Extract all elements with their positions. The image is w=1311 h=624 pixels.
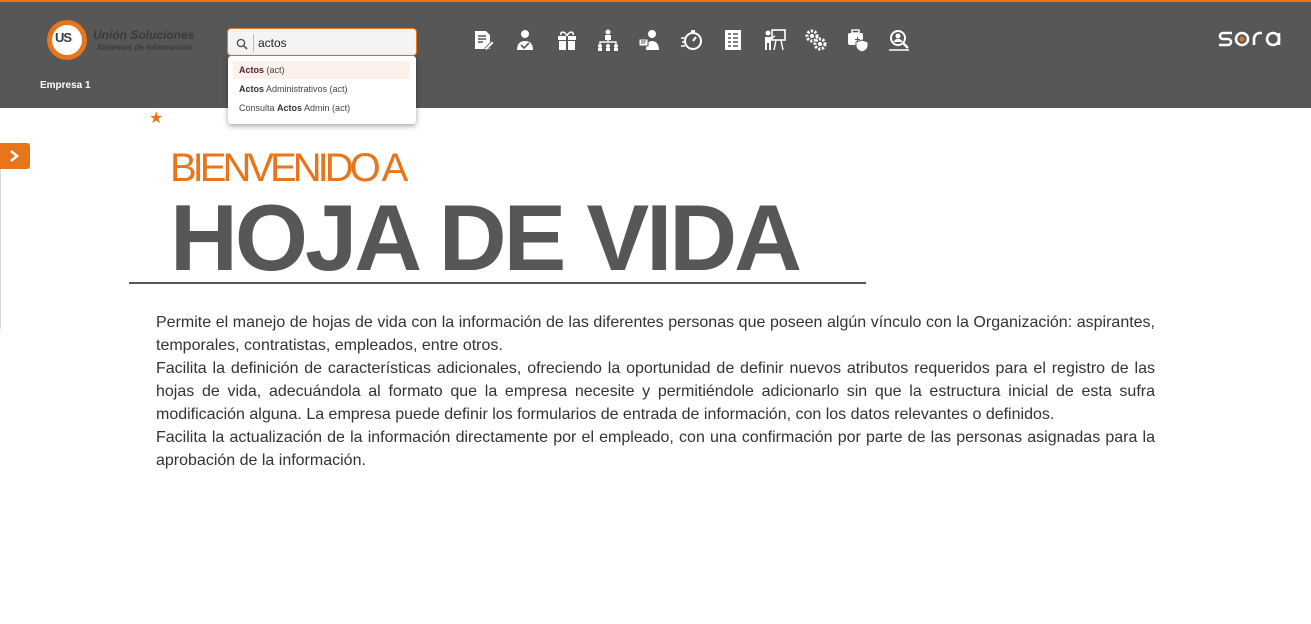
- chevron-right-icon: [10, 150, 20, 162]
- favorite-star-icon[interactable]: ★: [149, 108, 163, 127]
- gears-icon[interactable]: [804, 28, 828, 52]
- logo-subtitle: Sistemas de Información: [97, 43, 192, 52]
- search-result-actos[interactable]: Actos (act): [233, 61, 410, 79]
- description-paragraph: Facilita la definición de característica…: [156, 360, 1155, 423]
- user-card-icon[interactable]: [638, 28, 662, 52]
- stopwatch-icon[interactable]: [680, 28, 704, 52]
- person-search-icon[interactable]: [887, 28, 911, 52]
- sidebar-toggle-button[interactable]: [0, 143, 30, 169]
- union-soluciones-logo[interactable]: US Unión Soluciones Sistemas de Informac…: [47, 20, 197, 60]
- logo-monogram: US: [55, 30, 72, 45]
- org-chart-icon[interactable]: [596, 28, 620, 52]
- sidebar-edge: [0, 169, 1, 329]
- search-icon[interactable]: [236, 37, 248, 50]
- company-label[interactable]: Empresa 1: [40, 80, 91, 91]
- description-paragraph: Permite el manejo de hojas de vida con l…: [156, 314, 1155, 354]
- search-input[interactable]: [258, 33, 408, 53]
- module-title: HOJA DE VIDA: [170, 185, 802, 290]
- edit-document-icon[interactable]: [471, 28, 495, 52]
- top-bar: US Unión Soluciones Sistemas de Informac…: [0, 0, 1311, 108]
- sara-brand-logo: [1218, 28, 1284, 50]
- logo-name: Unión Soluciones: [93, 28, 195, 42]
- search-results-dropdown: Actos (act) Actos Administrativos (act) …: [228, 56, 416, 124]
- gift-icon[interactable]: [555, 28, 579, 52]
- module-description: Permite el manejo de hojas de vida con l…: [156, 311, 1155, 472]
- logo-emblem: US: [47, 20, 87, 60]
- search-box[interactable]: [227, 28, 417, 56]
- presentation-icon[interactable]: [763, 28, 787, 52]
- shield-heart-icon[interactable]: [846, 28, 870, 52]
- search-result-consulta-actos-admin[interactable]: Consulta Actos Admin (act): [233, 99, 410, 117]
- title-divider: [129, 282, 866, 284]
- list-document-icon[interactable]: [721, 28, 745, 52]
- search-result-actos-administrativos[interactable]: Actos Administrativos (act): [233, 80, 410, 98]
- description-paragraph: Facilita la actualización de la informac…: [156, 429, 1155, 469]
- person-approve-icon[interactable]: [513, 28, 537, 52]
